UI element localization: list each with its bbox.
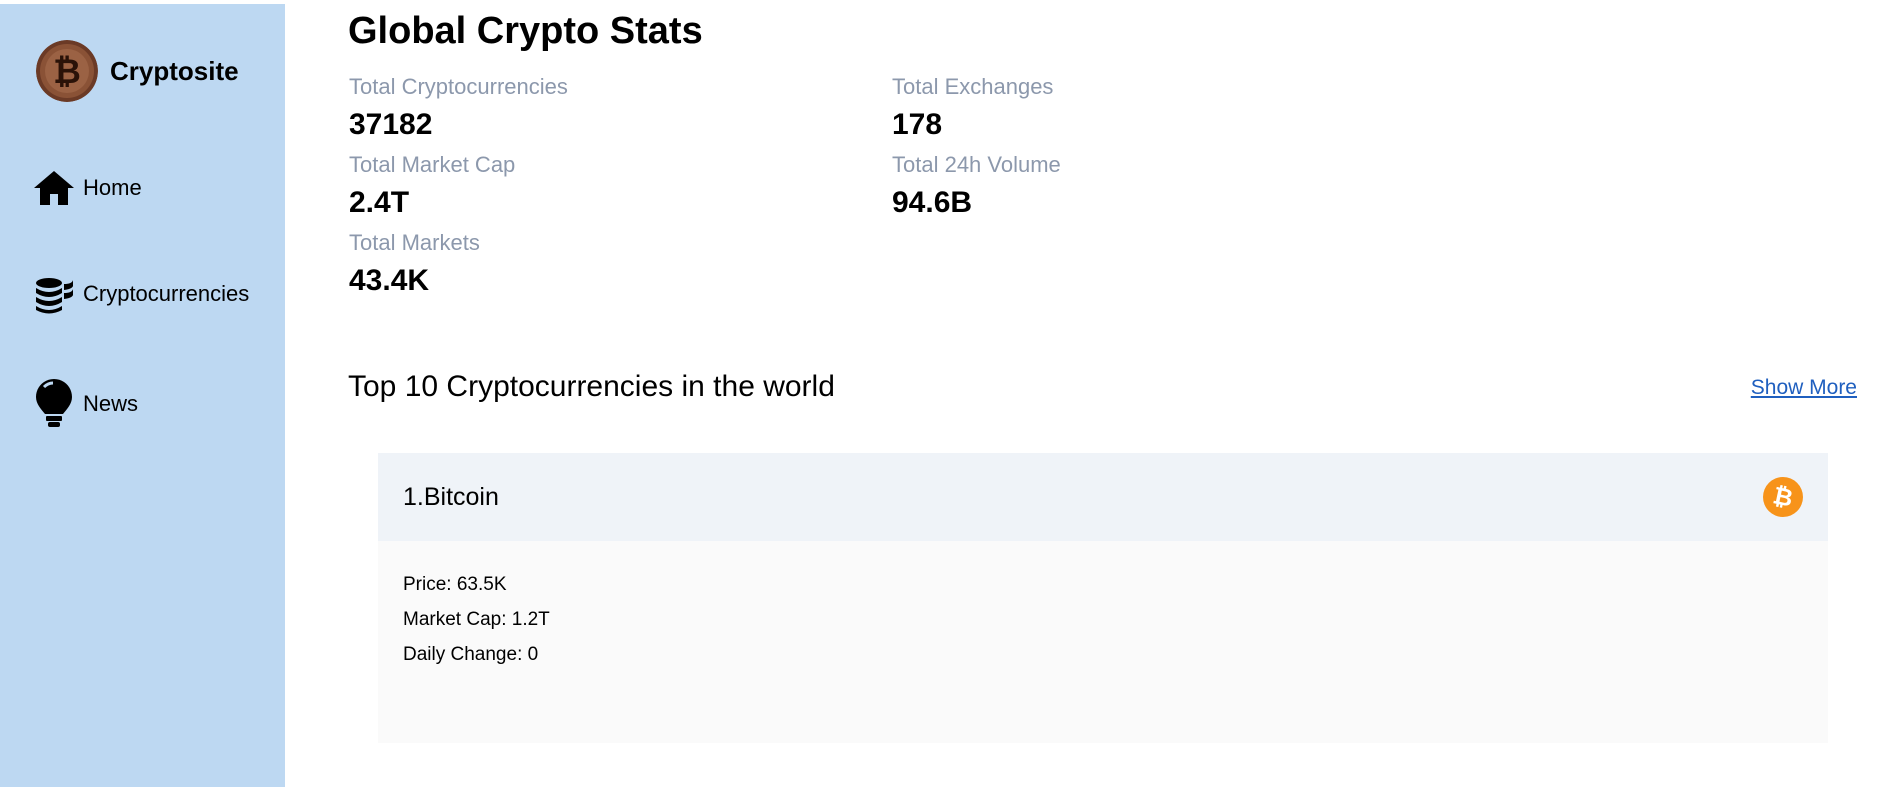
stat-value: 94.6B [892, 186, 973, 219]
stat-value: 37182 [349, 108, 433, 141]
show-more-link[interactable]: Show More [1751, 376, 1857, 400]
sidebar-item-news[interactable]: News [34, 379, 139, 427]
brand-name: Cryptosite [110, 55, 239, 86]
stat-label: Total Market Cap [349, 152, 516, 177]
coin-price: Price: 63.5K [403, 574, 507, 595]
sidebar-item-home[interactable]: Home [34, 168, 142, 208]
home-icon [34, 168, 74, 208]
stat-total-24h-volume: Total 24h Volume 94.6B [892, 150, 1061, 222]
lightbulb-icon [34, 379, 74, 427]
stat-label: Total Markets [349, 230, 480, 255]
stat-value: 43.4K [349, 264, 430, 297]
section-title: Top 10 Cryptocurrencies in the world [348, 370, 835, 403]
sidebar-item-label: Home [83, 175, 142, 200]
stat-label: Total Exchanges [892, 74, 1054, 99]
stat-total-exchanges: Total Exchanges 178 [892, 72, 1053, 144]
coin-card-bitcoin[interactable]: 1.Bitcoin ₿ Price: 63.5K Market Cap: 1.2… [378, 453, 1828, 743]
coin-card-body: Price: 63.5K Market Cap: 1.2T Daily Chan… [378, 541, 1828, 672]
coin-card-title: 1.Bitcoin [403, 482, 499, 511]
coin-card-header: 1.Bitcoin ₿ [378, 453, 1828, 541]
coins-stack-icon [34, 274, 74, 314]
stat-value: 2.4T [349, 186, 410, 219]
bitcoin-icon: ₿ [1763, 477, 1803, 517]
stat-total-cryptocurrencies: Total Cryptocurrencies 37182 [349, 72, 568, 144]
stat-label: Total 24h Volume [892, 152, 1061, 177]
stat-total-markets: Total Markets 43.4K [349, 228, 480, 300]
sidebar: ₿ Cryptosite Home Cryptocurrencies News [0, 4, 285, 787]
coin-daily-change: Daily Change: 0 [403, 644, 539, 665]
stat-label: Total Cryptocurrencies [349, 74, 568, 99]
sidebar-item-label: Cryptocurrencies [83, 281, 250, 306]
brand[interactable]: ₿ Cryptosite [36, 40, 239, 102]
bitcoin-coin-logo-icon: ₿ [36, 40, 98, 102]
stat-value: 178 [892, 108, 943, 141]
sidebar-item-label: News [83, 391, 139, 416]
sidebar-item-cryptocurrencies[interactable]: Cryptocurrencies [34, 274, 249, 314]
svg-text:₿: ₿ [53, 52, 81, 92]
page-title: Global Crypto Stats [348, 10, 703, 52]
coin-market-cap: Market Cap: 1.2T [403, 609, 550, 630]
stat-total-market-cap: Total Market Cap 2.4T [349, 150, 515, 222]
